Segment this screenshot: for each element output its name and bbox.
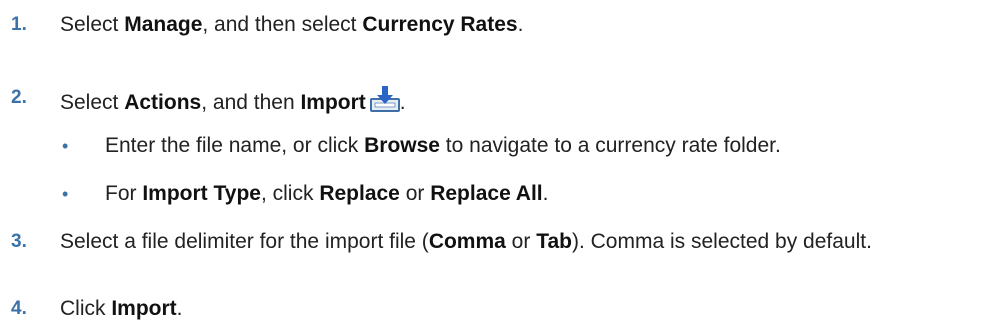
import-icon — [369, 86, 400, 112]
step-number: 3. — [11, 231, 27, 252]
actions-term: Actions — [124, 91, 202, 114]
step-text: Select Manage, and then select Currency … — [60, 13, 524, 36]
replace-all-term: Replace All — [430, 182, 543, 205]
bullet-dot: • — [62, 184, 69, 204]
bullet-dot: • — [62, 136, 69, 156]
currency-rates-term: Currency Rates — [362, 13, 518, 36]
import-term: Import — [111, 297, 177, 320]
step-number: 1. — [11, 14, 27, 35]
manage-term: Manage — [124, 13, 203, 36]
step-number: 4. — [11, 298, 27, 319]
step-number: 2. — [11, 87, 27, 108]
replace-term: Replace — [319, 182, 400, 205]
import-type-term: Import Type — [142, 182, 261, 205]
browse-term: Browse — [364, 134, 440, 157]
step-text: Click Import. — [60, 297, 183, 320]
bullet-text: Enter the file name, or click Browse to … — [105, 134, 781, 157]
tab-term: Tab — [536, 230, 572, 253]
comma-term: Comma — [428, 230, 506, 253]
import-term: Import — [300, 91, 366, 114]
bullet-text: For Import Type, click Replace or Replac… — [105, 182, 549, 205]
step-text: Select Actions, and then Import . — [60, 85, 960, 116]
step-text: Select a file delimiter for the import f… — [60, 230, 872, 253]
